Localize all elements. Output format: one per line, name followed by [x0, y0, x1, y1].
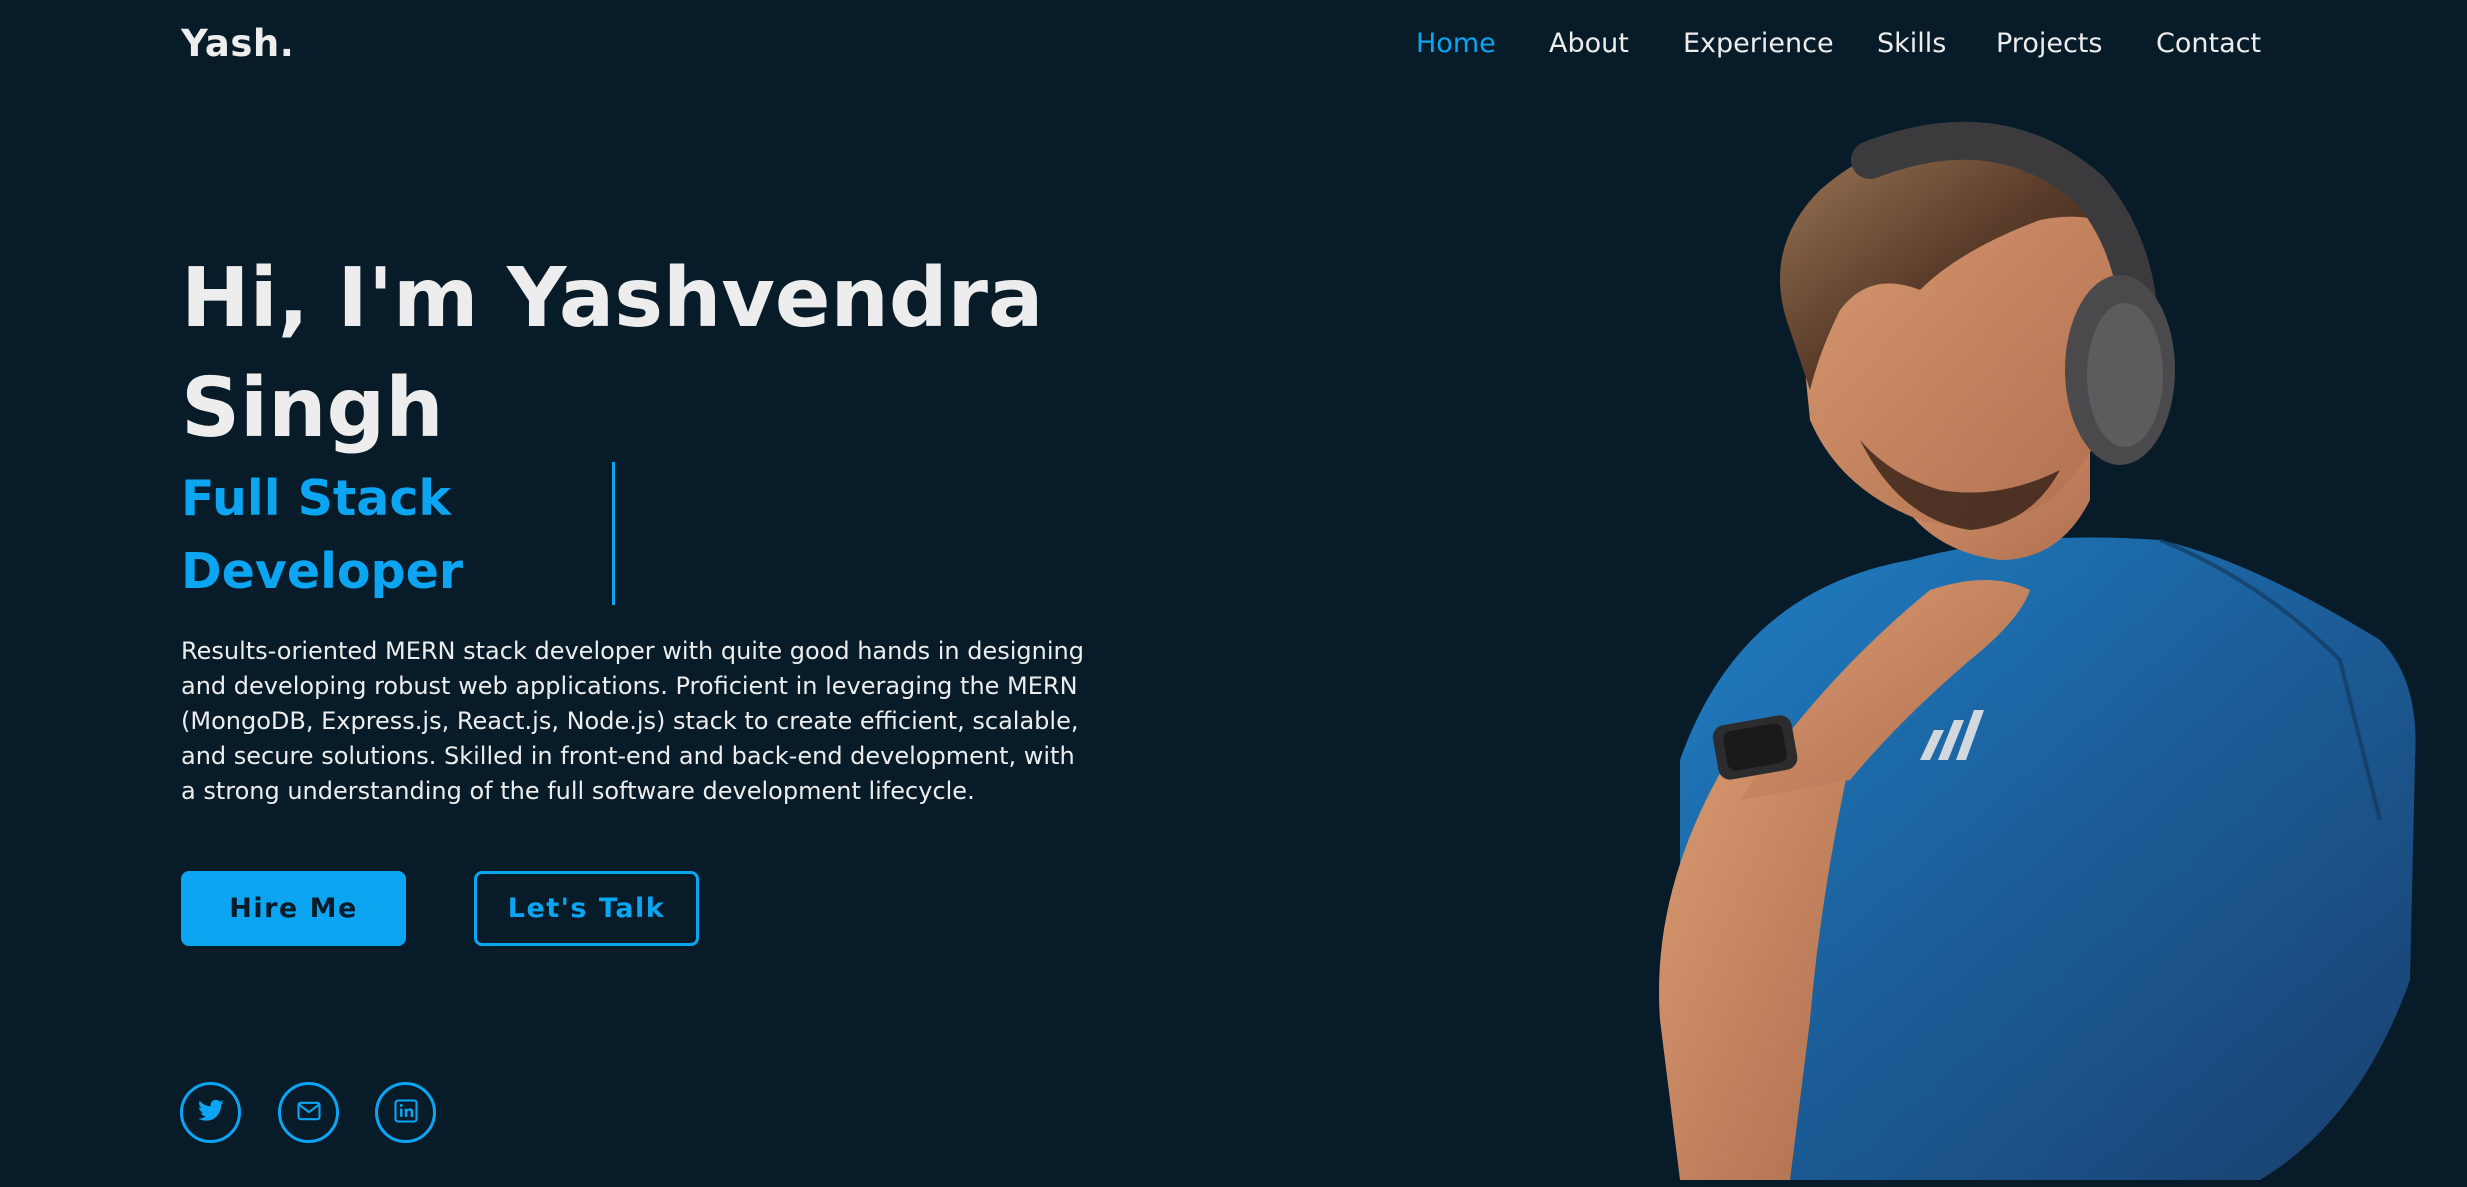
linkedin-icon: [392, 1097, 420, 1129]
nav-projects[interactable]: Projects: [1996, 28, 2102, 59]
logo[interactable]: Yash.: [181, 22, 294, 65]
linkedin-link[interactable]: [375, 1082, 436, 1143]
site-header: Yash. Home About Experience Skills Proje…: [0, 0, 2467, 92]
twitter-link[interactable]: [180, 1082, 241, 1143]
hero-description: Results-oriented MERN stack developer wi…: [181, 637, 1084, 805]
profile-photo: [1659, 121, 2416, 1180]
nav-skills[interactable]: Skills: [1877, 28, 1946, 59]
lets-talk-button[interactable]: Let's Talk: [474, 871, 699, 946]
portfolio-page: Yash. Home About Experience Skills Proje…: [0, 0, 2467, 1187]
nav-experience[interactable]: Experience: [1683, 28, 1834, 59]
twitter-icon: [197, 1097, 225, 1129]
nav-contact[interactable]: Contact: [2156, 28, 2261, 59]
mail-icon: [295, 1097, 323, 1129]
typing-cursor: [612, 462, 615, 605]
email-link[interactable]: [278, 1082, 339, 1143]
nav-home[interactable]: Home: [1416, 28, 1496, 59]
hero-title: Hi, I'm Yashvendra Singh: [181, 251, 1044, 456]
role-text: Full Stack Developer: [181, 470, 464, 600]
hire-me-button[interactable]: Hire Me: [181, 871, 406, 946]
nav-about[interactable]: About: [1549, 28, 1629, 59]
